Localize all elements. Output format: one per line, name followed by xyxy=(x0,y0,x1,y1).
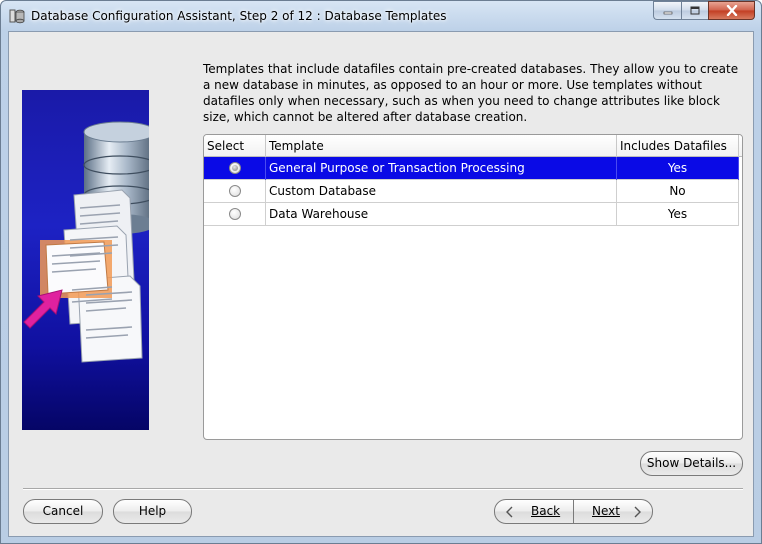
database-app-icon xyxy=(9,9,25,24)
column-header-includes-datafiles[interactable]: Includes Datafiles xyxy=(617,135,739,157)
datafiles-cell: Yes xyxy=(617,157,739,180)
cancel-button[interactable]: Cancel xyxy=(23,499,103,524)
show-details-button[interactable]: Show Details... xyxy=(640,451,743,476)
dbca-window: Database Configuration Assistant, Step 2… xyxy=(0,0,762,544)
column-header-template[interactable]: Template xyxy=(266,135,617,157)
table-row-custom-database[interactable]: Custom Database No xyxy=(204,180,739,203)
minimize-icon xyxy=(663,11,672,14)
back-button[interactable]: Back xyxy=(494,499,574,524)
radio-data-warehouse[interactable] xyxy=(229,208,241,220)
database-templates-illustration xyxy=(22,90,149,430)
column-header-select[interactable]: Select xyxy=(204,135,266,157)
close-button[interactable] xyxy=(708,1,755,20)
close-icon xyxy=(726,5,737,16)
datafiles-cell: Yes xyxy=(617,203,739,226)
select-cell[interactable] xyxy=(204,157,266,180)
description-text: Templates that include datafiles contain… xyxy=(203,62,739,124)
template-cell: Data Warehouse xyxy=(266,203,617,226)
next-label: Next xyxy=(592,504,620,518)
table-row-data-warehouse[interactable]: Data Warehouse Yes xyxy=(204,203,739,226)
window-title: Database Configuration Assistant, Step 2… xyxy=(31,9,447,23)
footer-separator xyxy=(23,488,743,490)
template-cell: Custom Database xyxy=(266,180,617,203)
datafiles-cell: No xyxy=(617,180,739,203)
select-cell[interactable] xyxy=(204,180,266,203)
table-header: Select Template Includes Datafiles xyxy=(204,135,742,157)
next-button[interactable]: Next xyxy=(574,499,653,524)
maximize-icon xyxy=(690,6,700,15)
help-label: Help xyxy=(138,504,167,518)
database-illustration-icon xyxy=(23,121,149,363)
radio-custom-database[interactable] xyxy=(229,185,241,197)
minimize-button[interactable] xyxy=(653,1,681,20)
radio-general-purpose[interactable] xyxy=(229,162,241,174)
templates-table: Select Template Includes Datafiles Gener… xyxy=(203,134,743,440)
cancel-label: Cancel xyxy=(42,504,84,518)
back-label: Back xyxy=(531,504,561,518)
title-bar[interactable]: Database Configuration Assistant, Step 2… xyxy=(1,1,761,31)
help-button[interactable]: Help xyxy=(113,499,192,524)
show-details-label: Show Details... xyxy=(646,456,737,470)
chevron-left-icon xyxy=(506,506,513,518)
dialog-content: Templates that include datafiles contain… xyxy=(8,31,754,537)
chevron-right-icon xyxy=(634,506,641,518)
template-cell: General Purpose or Transaction Processin… xyxy=(266,157,617,180)
maximize-button[interactable] xyxy=(681,1,708,20)
select-cell[interactable] xyxy=(204,203,266,226)
table-row-general-purpose[interactable]: General Purpose or Transaction Processin… xyxy=(204,157,739,180)
